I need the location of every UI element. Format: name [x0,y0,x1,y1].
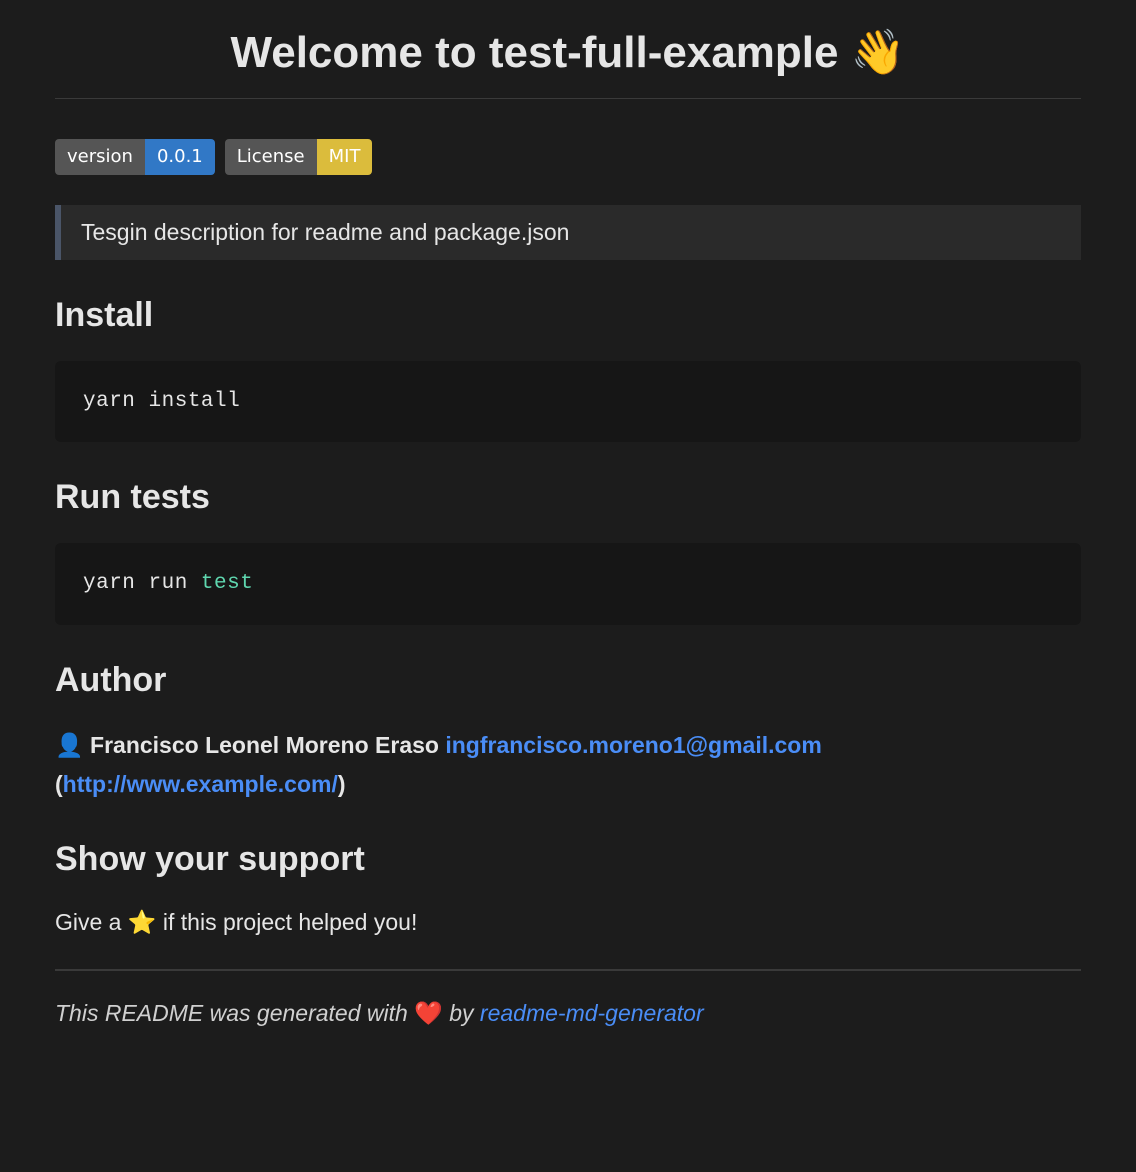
badge-label: version [55,139,145,175]
badges-row: version 0.0.1 License MIT [55,139,1081,175]
support-heading: Show your support [55,834,1081,885]
footer-prefix: This README was generated with [55,1000,414,1026]
badge-label: License [225,139,317,175]
code-keyword: test [201,572,253,595]
support-suffix: if this project helped you! [157,909,418,935]
author-name: Francisco Leonel Moreno Eraso [90,732,439,758]
author-website-link[interactable]: http://www.example.com/ [63,771,338,797]
support-text: Give a ⭐️ if this project helped you! [55,905,1081,940]
heart-icon: ❤️ [414,1000,443,1026]
license-badge: License MIT [225,139,373,175]
author-heading: Author [55,655,1081,706]
install-code: yarn install [55,361,1081,443]
generator-link[interactable]: readme-md-generator [480,1000,704,1026]
person-icon: 👤 [55,732,84,758]
install-heading: Install [55,290,1081,341]
version-badge: version 0.0.1 [55,139,215,175]
run-tests-heading: Run tests [55,472,1081,523]
run-tests-code: yarn run test [55,543,1081,625]
author-info: 👤 Francisco Leonel Moreno Eraso ingfranc… [55,726,1081,804]
description-blockquote: Tesgin description for readme and packag… [55,205,1081,260]
author-email-link[interactable]: ingfrancisco.moreno1@gmail.com [445,732,821,758]
footer-mid: by [443,1000,480,1026]
badge-value: 0.0.1 [145,139,215,175]
star-icon: ⭐️ [128,909,157,935]
divider [55,969,1081,971]
page-title: Welcome to test-full-example 👋 [55,20,1081,99]
footer-text: This README was generated with ❤️ by rea… [55,996,1081,1031]
support-prefix: Give a [55,909,128,935]
code-text: yarn run [83,572,201,595]
badge-value: MIT [317,139,373,175]
